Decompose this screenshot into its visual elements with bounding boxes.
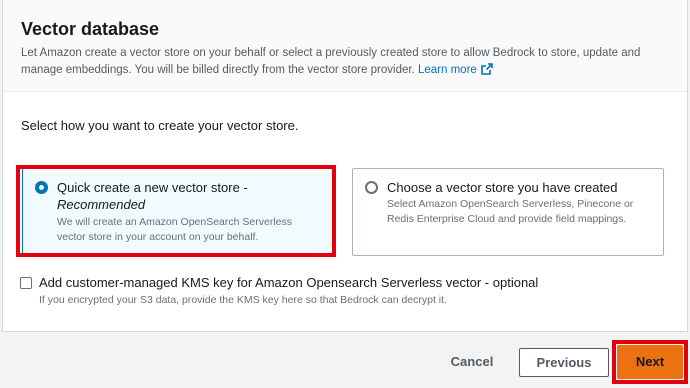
panel-header: Vector database Let Amazon create a vect… <box>3 0 687 92</box>
learn-more-link[interactable]: Learn more <box>417 63 493 76</box>
external-link-icon <box>480 63 493 81</box>
choose-existing-description: Select Amazon OpenSearch Serverless, Pin… <box>387 198 634 225</box>
choose-existing-option[interactable]: Choose a vector store you have created S… <box>352 168 664 256</box>
kms-key-label[interactable]: Add customer-managed KMS key for Amazon … <box>39 275 538 290</box>
choose-existing-radio[interactable] <box>365 181 378 194</box>
panel-title: Vector database <box>21 19 160 39</box>
panel-description: Let Amazon create a vector store on your… <box>21 45 681 81</box>
kms-key-checkbox[interactable] <box>20 277 32 289</box>
previous-button[interactable]: Previous <box>519 348 609 377</box>
choose-existing-title: Choose a vector store you have created <box>387 180 618 195</box>
vector-store-method-label: Select how you want to create your vecto… <box>21 118 299 133</box>
cancel-button[interactable]: Cancel <box>444 350 500 374</box>
kms-key-description: If you encrypted your S3 data, provide t… <box>39 294 447 306</box>
next-button[interactable]: Next <box>617 345 683 379</box>
quick-create-highlight <box>16 165 336 257</box>
panel-description-text: Let Amazon create a vector store on your… <box>21 47 641 76</box>
learn-more-label: Learn more <box>417 64 477 76</box>
